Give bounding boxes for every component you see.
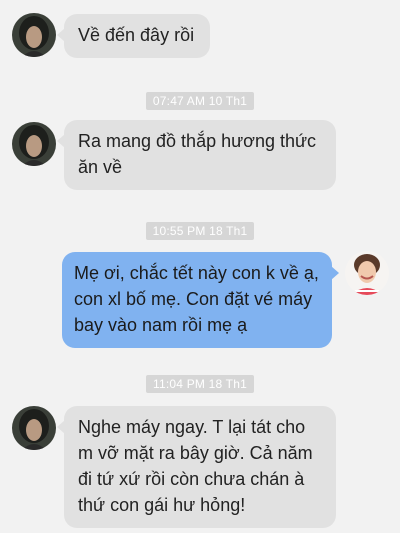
- timestamp: 10:55 PM 18 Th1: [0, 222, 400, 240]
- message-text: Nghe máy ngay. T lại tát cho: [78, 417, 306, 437]
- message-text: thứ con gái hư hỏng!: [78, 495, 246, 515]
- daughter-avatar[interactable]: [345, 251, 389, 295]
- mother-avatar[interactable]: [12, 406, 56, 450]
- chat-thread[interactable]: Về đến đây rồi 07:47 AM 10 Th1 Ra mang đ…: [0, 0, 400, 533]
- timestamp-label: 11:04 PM 18 Th1: [146, 375, 254, 393]
- message-bubble-incoming[interactable]: Ra mang đồ thắp hương thức ăn về: [57, 120, 336, 190]
- message-bubble-outgoing[interactable]: Mẹ ơi, chắc tết này con k về ạ, con xl b…: [62, 252, 339, 348]
- timestamp-label: 10:55 PM 18 Th1: [145, 222, 255, 240]
- timestamp-label: 07:47 AM 10 Th1: [145, 92, 255, 110]
- message-text: Về đến đây rồi: [78, 25, 195, 45]
- mother-avatar[interactable]: [12, 122, 56, 166]
- message-text: ăn về: [78, 157, 123, 177]
- message-bubble-incoming[interactable]: Nghe máy ngay. T lại tát cho m vỡ mặt ra…: [57, 406, 336, 528]
- message-text: m vỡ mặt ra bây giờ. Cả năm: [78, 443, 313, 463]
- message-text: đi tứ xứ rồi còn chưa chán à: [78, 469, 305, 489]
- message-text: bay vào nam rồi mẹ ạ: [74, 315, 248, 335]
- message-text: Ra mang đồ thắp hương thức: [78, 131, 317, 151]
- message-text: Mẹ ơi, chắc tết này con k về ạ,: [74, 263, 319, 283]
- message-text: con xl bố mẹ. Con đặt vé máy: [74, 289, 313, 309]
- mother-avatar[interactable]: [12, 13, 56, 57]
- timestamp: 11:04 PM 18 Th1: [0, 375, 400, 393]
- timestamp: 07:47 AM 10 Th1: [0, 92, 400, 110]
- message-bubble-incoming[interactable]: Về đến đây rồi: [57, 14, 210, 58]
